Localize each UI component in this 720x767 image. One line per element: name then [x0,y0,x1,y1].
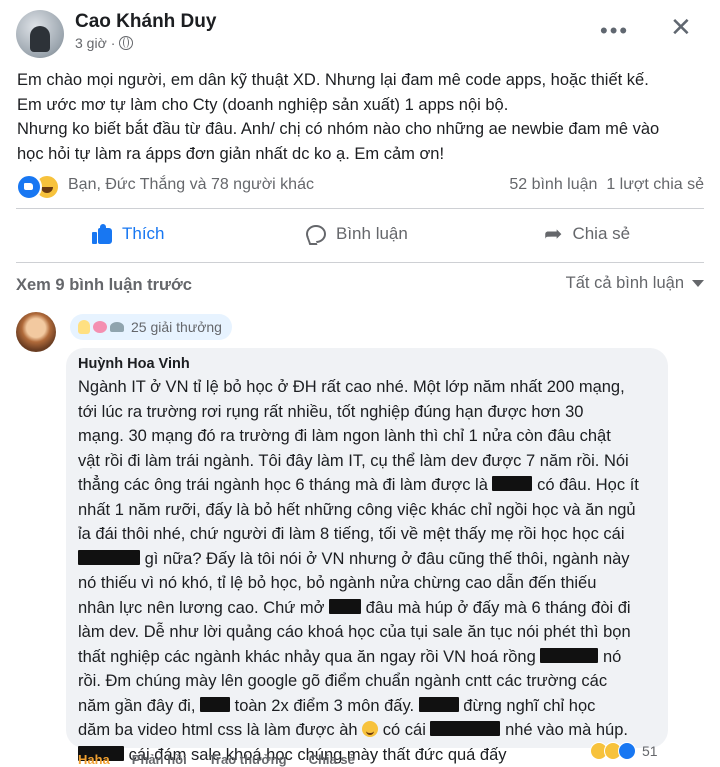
commenter-name[interactable]: Huỳnh Hoa Vinh [78,356,190,372]
ufo-icon [110,322,124,332]
comment-share-button[interactable]: Chia sẻ [309,752,355,767]
redaction-bar [492,476,532,491]
awards-label: 25 giải thưởng [131,319,222,335]
divider [16,262,704,263]
post-meta: 3 giờ · [75,35,133,51]
post-header: Cao Khánh Duy 3 giờ · ••• ✕ [0,0,720,60]
divider [16,208,704,209]
comment-button[interactable]: Bình luận [306,224,408,244]
comment-line: làm dev. Dễ như lời quảng cáo khoá học c… [78,620,668,645]
comment-reply-button[interactable]: Phản hồi [132,752,187,767]
author-name[interactable]: Cao Khánh Duy [75,11,216,33]
share-icon: ➦ [544,224,562,244]
comment-icon [306,225,326,243]
comment-line: thất nghiệp các ngành khác nhảy qua ăn n… [78,645,668,670]
lightbulb-icon [78,320,90,334]
redaction-bar [430,721,500,736]
comments-count[interactable]: 52 bình luận [509,176,597,193]
post-text: Em chào mọi người, em dân kỹ thuật XD. N… [17,68,707,166]
redaction-bar [200,697,230,712]
reactions-text[interactable]: Bạn, Đức Thắng và 78 người khác [68,176,314,194]
comment-reactions[interactable]: 51 [590,738,658,764]
redaction-bar [329,599,361,614]
comment-line: tới lúc ra trường rơi rụng rất nhiều, tố… [78,400,668,425]
post-text-line: Em chào mọi người, em dân kỹ thuật XD. N… [17,68,707,93]
smile-emoji-icon [362,721,378,737]
redaction-bar [419,697,459,712]
comment-line: nó thiếu vì nó khó, tỉ lệ bỏ học, bỏ ngà… [78,571,668,596]
shares-count[interactable]: 1 lượt chia sẻ [606,176,704,193]
comment-actions: Haha Phản hồi Trao thưởng Chia sẻ [78,752,355,767]
author-avatar[interactable] [16,10,64,58]
comment-line: vật rồi đi làm trái ngành. Tôi đây làm I… [78,449,668,474]
comment-line: mạng. 30 mạng đó ra trường đi làm ngon l… [78,424,668,449]
caret-down-icon [692,280,704,287]
comment-line: rồi. Đm chúng mày lên google gõ điểm chu… [78,669,668,694]
redaction-bar [78,550,140,565]
redaction-bar [540,648,598,663]
close-icon[interactable]: ✕ [670,12,692,43]
commenter-avatar[interactable] [16,312,56,352]
share-button[interactable]: ➦ Chia sẻ [544,224,630,244]
like-reaction-icon[interactable] [16,174,42,200]
globe-icon [119,36,133,50]
post-text-line: Nhưng ko biết bắt đầu từ đâu. Anh/ chị c… [17,117,707,142]
awards-badge[interactable]: 25 giải thưởng [70,314,232,340]
reactions-summary: Bạn, Đức Thắng và 78 người khác 52 bình … [16,172,704,200]
comment-line: nhân lực nên lương cao. Chứ mở đâu mà hú… [78,596,668,621]
comment-line: Ngành IT ở VN tỉ lệ bỏ học ở ĐH rất cao … [78,375,668,400]
comment-filter-dropdown[interactable]: Tất cả bình luận [566,274,704,293]
more-horizontal-icon[interactable]: ••• [600,18,629,44]
comment-line: gì nữa? Đấy là tôi nói ở VN nhưng ở đâu … [78,547,668,572]
comments-bar: Xem 9 bình luận trước Tất cả bình luận [16,272,704,298]
comment-filter-label: Tất cả bình luận [566,274,684,293]
engagement-counts: 52 bình luận 1 lượt chia sẻ [509,176,704,194]
comment-reaction-count: 51 [642,743,658,759]
thumbs-up-icon [92,224,112,244]
comment-text: Ngành IT ở VN tỉ lệ bỏ học ở ĐH rất cao … [78,375,668,767]
comment-line: năm gần đây đi, toàn 2x điểm 3 môn đấy. … [78,694,668,719]
comment-award-button[interactable]: Trao thưởng [209,752,287,767]
like-reaction-icon [618,742,636,760]
post-time[interactable]: 3 giờ [75,35,107,51]
post-action-bar: Thích Bình luận ➦ Chia sẻ [16,214,704,258]
see-previous-comments-link[interactable]: Xem 9 bình luận trước [16,276,192,295]
comment-line: nhất 1 năm rưỡi, đấy là bỏ hết những côn… [78,498,668,523]
post-text-line: Em ước mơ tự làm cho Cty (doanh nghiệp s… [17,93,707,118]
comment-line: dăm ba video html css là làm được àh có … [78,718,668,743]
share-label: Chia sẻ [572,224,630,244]
comment-label: Bình luận [336,224,408,244]
comment-haha-button[interactable]: Haha [78,752,110,767]
post-text-line: học hỏi tự làm ra ápps đơn giản nhất dc … [17,142,707,167]
comment-line: ỉa đái thôi nhé, chứ người đi làm 8 tiến… [78,522,668,547]
brain-icon [93,321,107,333]
like-label: Thích [122,224,165,244]
comment-line: thẳng các ông trái ngành học 6 tháng mà … [78,473,668,498]
like-button[interactable]: Thích [92,224,165,244]
